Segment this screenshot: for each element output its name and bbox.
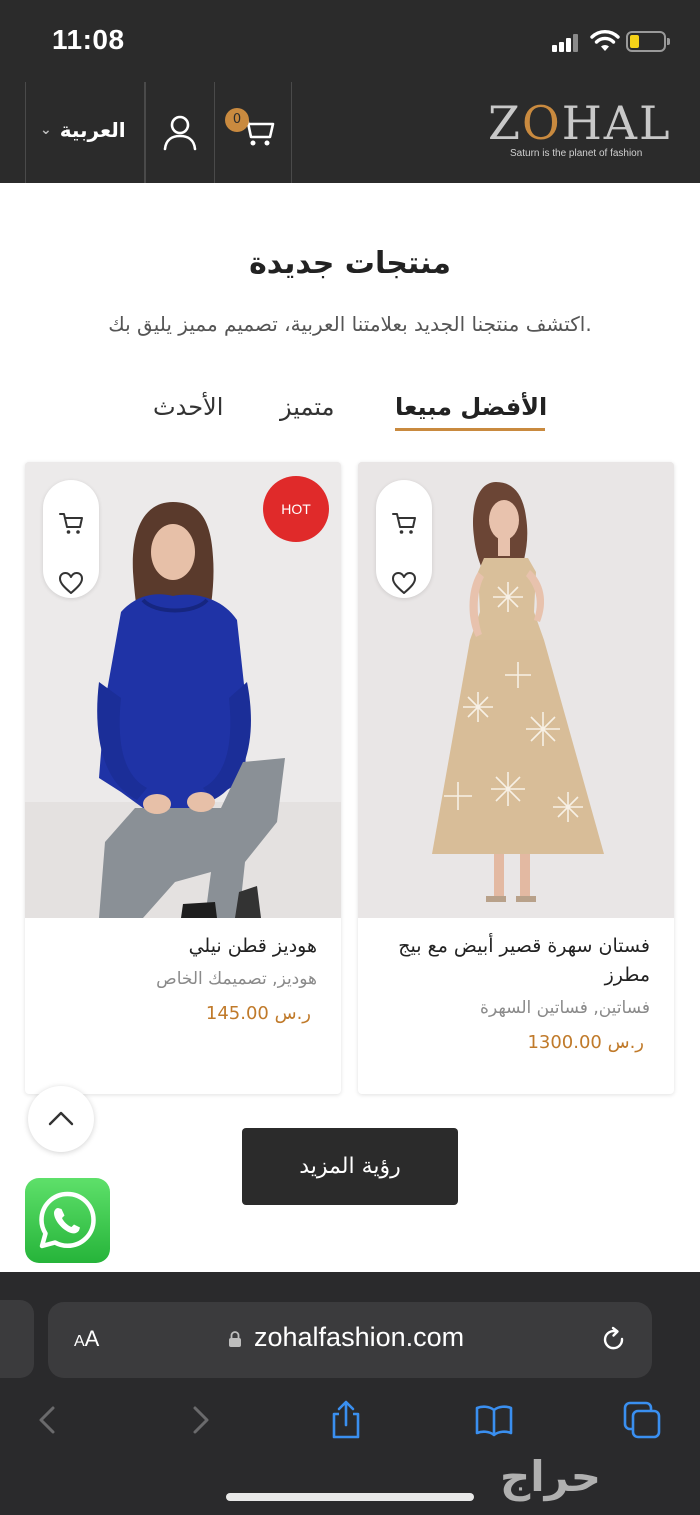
product-card[interactable]: HOT هوديز قطن نيلي هوديز, تصميمك الخاص 1… — [25, 462, 341, 1094]
product-image[interactable]: HOT — [25, 462, 341, 918]
reload-icon[interactable] — [600, 1326, 628, 1354]
cart-button[interactable] — [214, 82, 292, 183]
active-tab-indicator — [395, 428, 545, 431]
product-categories[interactable]: فساتين, فساتين السهرة — [382, 998, 650, 1018]
section-subtitle: اكتشف منتجنا الجديد بعلامتنا العربية، تص… — [108, 312, 592, 336]
share-icon[interactable] — [326, 1400, 366, 1440]
tab-featured[interactable]: متميز — [280, 393, 334, 421]
product-name[interactable]: فستان سهرة قصير أبيض مع بيج مطرز — [382, 932, 650, 990]
cart-count-badge: 0 — [225, 108, 249, 132]
section-title: منتجات جديدة — [249, 246, 451, 281]
product-actions — [376, 480, 432, 598]
see-more-button[interactable]: رؤية المزيد — [242, 1128, 458, 1205]
add-to-cart-icon[interactable] — [391, 510, 417, 536]
cellular-signal-icon — [552, 34, 578, 52]
battery-icon — [626, 31, 670, 52]
back-icon[interactable] — [28, 1400, 68, 1440]
site-logo[interactable]: ZOHAL Saturn is the planet of fashion — [488, 100, 678, 159]
bookmarks-icon[interactable] — [474, 1400, 514, 1440]
language-label: العربية — [59, 118, 126, 142]
product-actions — [43, 480, 99, 598]
hot-badge: HOT — [263, 476, 329, 542]
product-card[interactable]: فستان سهرة قصير أبيض مع بيج مطرز فساتين,… — [358, 462, 674, 1094]
forward-icon[interactable] — [180, 1400, 220, 1440]
address-bar[interactable]: AA zohalfashion.com — [48, 1302, 652, 1378]
scroll-to-top-button[interactable] — [28, 1086, 94, 1152]
chevron-up-icon — [48, 1111, 74, 1126]
watermark: حراج — [500, 1452, 602, 1501]
status-bar: 11:08 — [0, 0, 700, 82]
whatsapp-button[interactable] — [25, 1178, 110, 1263]
url-text: zohalfashion.com — [254, 1322, 465, 1352]
previous-tab-preview[interactable] — [0, 1300, 34, 1378]
status-time: 11:08 — [52, 24, 125, 55]
product-categories[interactable]: هوديز, تصميمك الخاص — [49, 969, 317, 989]
product-price: 145.00 ر.س — [205, 1003, 311, 1024]
wifi-icon — [590, 30, 620, 51]
add-to-cart-icon[interactable] — [58, 510, 84, 536]
wishlist-heart-icon[interactable] — [391, 570, 417, 596]
product-name[interactable]: هوديز قطن نيلي — [49, 932, 317, 961]
user-icon — [163, 115, 197, 151]
tab-best-selling[interactable]: الأفضل مبيعا — [395, 393, 547, 421]
lock-icon — [229, 1331, 241, 1347]
product-price: 1300.00 ر.س — [527, 1032, 644, 1053]
chevron-down-icon: ⌄ — [40, 122, 52, 138]
whatsapp-icon — [39, 1191, 96, 1249]
language-switcher[interactable]: ⌄ العربية — [25, 82, 145, 183]
home-indicator[interactable] — [226, 1493, 474, 1501]
account-button[interactable] — [145, 82, 214, 183]
reader-settings-button[interactable]: AA — [74, 1326, 99, 1352]
product-tabs: الأفضل مبيعا متميز الأحدث — [0, 393, 700, 433]
tabs-icon[interactable] — [622, 1400, 662, 1440]
wishlist-heart-icon[interactable] — [58, 570, 84, 596]
tab-newest[interactable]: الأحدث — [153, 393, 223, 421]
product-image[interactable] — [358, 462, 674, 918]
